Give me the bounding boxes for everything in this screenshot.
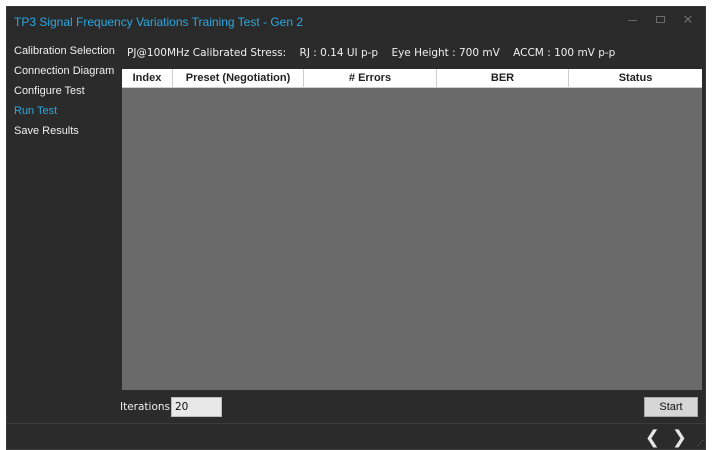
column-header-index[interactable]: Index: [122, 69, 173, 87]
maximize-icon[interactable]: [653, 13, 667, 27]
table-header: Index Preset (Negotiation) # Errors BER …: [122, 69, 702, 88]
rj-value: RJ : 0.14 UI p-p: [299, 47, 379, 59]
iterations-label: Iterations: [120, 401, 171, 413]
pj-stress-label: PJ@100MHz Calibrated Stress:: [127, 47, 287, 59]
column-header-preset[interactable]: Preset (Negotiation): [173, 69, 304, 87]
sidebar-nav: Calibration Selection Connection Diagram…: [7, 41, 115, 429]
accm-value: ACCM : 100 mV p-p: [513, 47, 616, 59]
column-header-ber[interactable]: BER: [437, 69, 569, 87]
start-button[interactable]: Start: [644, 397, 698, 417]
stress-summary: PJ@100MHz Calibrated Stress: RJ : 0.14 U…: [127, 47, 625, 59]
minimize-icon[interactable]: [625, 13, 639, 27]
eye-height-value: Eye Height : 700 mV: [391, 47, 500, 59]
chevron-right-icon[interactable]: ❯: [672, 428, 687, 446]
window-title: TP3 Signal Frequency Variations Training…: [14, 15, 304, 29]
column-header-errors[interactable]: # Errors: [304, 69, 437, 87]
app-window: TP3 Signal Frequency Variations Training…: [6, 6, 706, 450]
results-table[interactable]: Index Preset (Negotiation) # Errors BER …: [122, 69, 702, 390]
sidebar-item-run-test[interactable]: Run Test: [7, 101, 115, 121]
resize-grip-icon[interactable]: ⋰: [697, 440, 704, 447]
sidebar-item-save-results[interactable]: Save Results: [7, 121, 115, 141]
title-bar[interactable]: TP3 Signal Frequency Variations Training…: [7, 7, 705, 37]
chevron-left-icon[interactable]: ❮: [645, 428, 660, 446]
sidebar-item-calibration-selection[interactable]: Calibration Selection: [7, 41, 115, 61]
iterations-input[interactable]: [171, 397, 222, 417]
close-icon[interactable]: ✕: [681, 13, 695, 27]
sidebar-item-connection-diagram[interactable]: Connection Diagram: [7, 61, 115, 81]
sidebar-item-configure-test[interactable]: Configure Test: [7, 81, 115, 101]
column-header-status[interactable]: Status: [569, 69, 702, 87]
window-controls: ✕: [625, 13, 695, 27]
page-navigation: ❮ ❯: [645, 428, 687, 446]
footer-divider: [7, 423, 705, 424]
